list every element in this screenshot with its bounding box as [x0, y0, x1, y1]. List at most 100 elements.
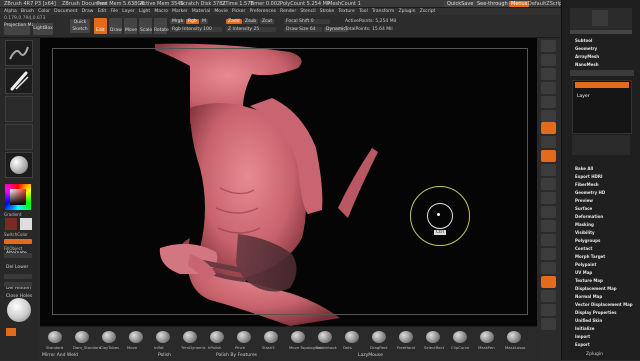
menu-render[interactable]: Render	[280, 9, 296, 14]
zcut-button[interactable]: Zcut	[260, 19, 275, 24]
menu-brush[interactable]: Brush	[21, 9, 34, 14]
edit-button[interactable]: Edit	[94, 18, 107, 34]
brush-move-icon[interactable]	[129, 331, 143, 343]
brush-freehand-icon[interactable]	[399, 331, 413, 343]
brush-label[interactable]: TrimDynamic	[181, 345, 206, 350]
gradient-label[interactable]: Gradient	[4, 212, 21, 217]
menu-stroke[interactable]: Stroke	[320, 9, 334, 14]
palette-subtool[interactable]: Subtool	[575, 38, 592, 43]
focal-shift-slider[interactable]: Focal Shift 0	[284, 19, 330, 24]
ghost-button[interactable]	[541, 304, 556, 316]
zoom-button[interactable]	[541, 82, 556, 94]
bake-all-button[interactable]: Bake All	[575, 166, 593, 171]
alpha-thumbnail[interactable]	[5, 96, 33, 122]
brush-clipcurve-icon[interactable]	[453, 331, 467, 343]
aahalf-button[interactable]	[541, 110, 556, 122]
color-square[interactable]	[10, 189, 26, 205]
move-button[interactable]: Move	[124, 18, 137, 34]
palette-initialize[interactable]: Initialize	[575, 326, 594, 331]
menu-marker[interactable]: Marker	[172, 9, 188, 14]
menu-macro[interactable]: Macro	[154, 9, 168, 14]
brush-inflat-icon[interactable]	[156, 331, 170, 343]
viewport-canvas[interactable]: Ctrl	[40, 38, 537, 326]
del-hidden-button[interactable]: Del Hidden	[4, 274, 32, 291]
palette-geometry[interactable]: Geometry	[575, 46, 597, 51]
subtool-thumbnails[interactable]	[570, 8, 632, 30]
rgb-intensity-slider[interactable]: Rgb Intensity 100	[170, 27, 222, 32]
brush-label[interactable]: Pinch	[235, 345, 245, 350]
brush-label[interactable]: Standard	[46, 345, 63, 350]
m-button[interactable]: M	[200, 19, 208, 24]
scroll-button[interactable]	[541, 68, 556, 80]
brush-label[interactable]: FreeHand	[397, 345, 415, 350]
palette-export[interactable]: Export	[575, 342, 590, 347]
brush-label[interactable]: Snakehook	[316, 345, 337, 350]
floor-button[interactable]	[541, 136, 556, 148]
brush-label[interactable]: Dam_Standard	[73, 345, 101, 350]
palette-morph-target[interactable]: Morph Target	[575, 254, 605, 259]
menu-material[interactable]: Material	[192, 9, 210, 14]
alternate-button[interactable]: Alternate	[4, 239, 32, 256]
brush-claytubes-icon[interactable]	[102, 331, 116, 343]
polish-features-button[interactable]: Polish By Features	[216, 353, 257, 358]
spix-button[interactable]	[541, 54, 556, 66]
menu-picker[interactable]: Picker	[232, 9, 245, 14]
frame-button[interactable]	[541, 192, 556, 204]
polyf-button[interactable]	[541, 248, 556, 260]
brush-label[interactable]: MaskLasso	[505, 345, 526, 350]
draw-button[interactable]: Draw	[109, 18, 122, 34]
palette-display-properties[interactable]: Display Properties	[575, 310, 616, 315]
brush-snakehook-icon[interactable]	[318, 331, 332, 343]
rotate-button[interactable]: Rotate	[154, 18, 169, 34]
polish-button[interactable]: Polish	[158, 353, 171, 358]
stroke-thumbnail[interactable]	[5, 68, 33, 94]
menu-alpha[interactable]: Alpha	[4, 9, 17, 14]
palette-texture-map[interactable]: Texture Map	[575, 278, 603, 283]
menu-transform[interactable]: Transform	[372, 9, 394, 14]
zplugin-footer[interactable]: Zplugin	[586, 352, 603, 357]
brush-trimdynamic-icon[interactable]	[183, 331, 197, 343]
palette-uv-map[interactable]: UV Map	[575, 270, 592, 275]
brush-label[interactable]: Inflat	[154, 345, 164, 350]
palette-visibility[interactable]: Visibility	[575, 230, 595, 235]
switchcolor-button[interactable]: SwitchColor	[4, 232, 28, 237]
brush-dots-icon[interactable]	[345, 331, 359, 343]
default-zscript[interactable]: DefaultZScript	[528, 1, 564, 7]
brush-thumbnail[interactable]	[5, 40, 33, 66]
brush-label[interactable]: Slash3	[262, 345, 275, 350]
brush-selectrect-icon[interactable]	[426, 331, 440, 343]
layers-list[interactable]: Layer	[572, 80, 632, 134]
palette-contact[interactable]: Contact	[575, 246, 592, 251]
palette-unified-skin[interactable]: Unified Skin	[575, 318, 602, 323]
menu-draw[interactable]: Draw	[82, 9, 94, 14]
lsym-button[interactable]	[541, 164, 556, 176]
actual-button[interactable]	[541, 96, 556, 108]
palette-masking[interactable]: Masking	[575, 222, 594, 227]
brush-label[interactable]: DragRect	[370, 345, 388, 350]
brush-standard-icon[interactable]	[48, 331, 62, 343]
menu-stencil[interactable]: Stencil	[300, 9, 315, 14]
fillobject-button[interactable]: FillObject	[4, 246, 22, 251]
move-view-button[interactable]	[541, 206, 556, 218]
brush-move-topological-icon[interactable]	[291, 331, 305, 343]
menu-texture[interactable]: Texture	[338, 9, 354, 14]
menus-toggle[interactable]: Menus	[509, 1, 530, 7]
menu-edit[interactable]: Edit	[98, 9, 107, 14]
brush-label[interactable]: ClayTubes	[100, 345, 119, 350]
palette-surface[interactable]: Surface	[575, 206, 592, 211]
brush-hpolish-icon[interactable]	[210, 331, 224, 343]
xyz-button[interactable]	[541, 178, 556, 190]
palette-displacement-map[interactable]: Displacement Map	[575, 286, 617, 291]
zsub-button[interactable]: Zsub	[243, 19, 259, 24]
small-orange-button[interactable]	[6, 328, 16, 336]
brush-label[interactable]: MaskPen	[478, 345, 495, 350]
draw-size-slider[interactable]: Draw Size 64	[284, 27, 322, 32]
palette-deformation[interactable]: Deformation	[575, 214, 603, 219]
zadd-button[interactable]: Zadd	[226, 19, 242, 24]
brush-label[interactable]: Dots	[343, 345, 352, 350]
layer-controls[interactable]	[572, 135, 630, 155]
scale-view-button[interactable]	[541, 220, 556, 232]
brush-dam_standard-icon[interactable]	[75, 331, 89, 343]
transp-button[interactable]	[541, 262, 556, 274]
menu-layer[interactable]: Layer	[122, 9, 135, 14]
